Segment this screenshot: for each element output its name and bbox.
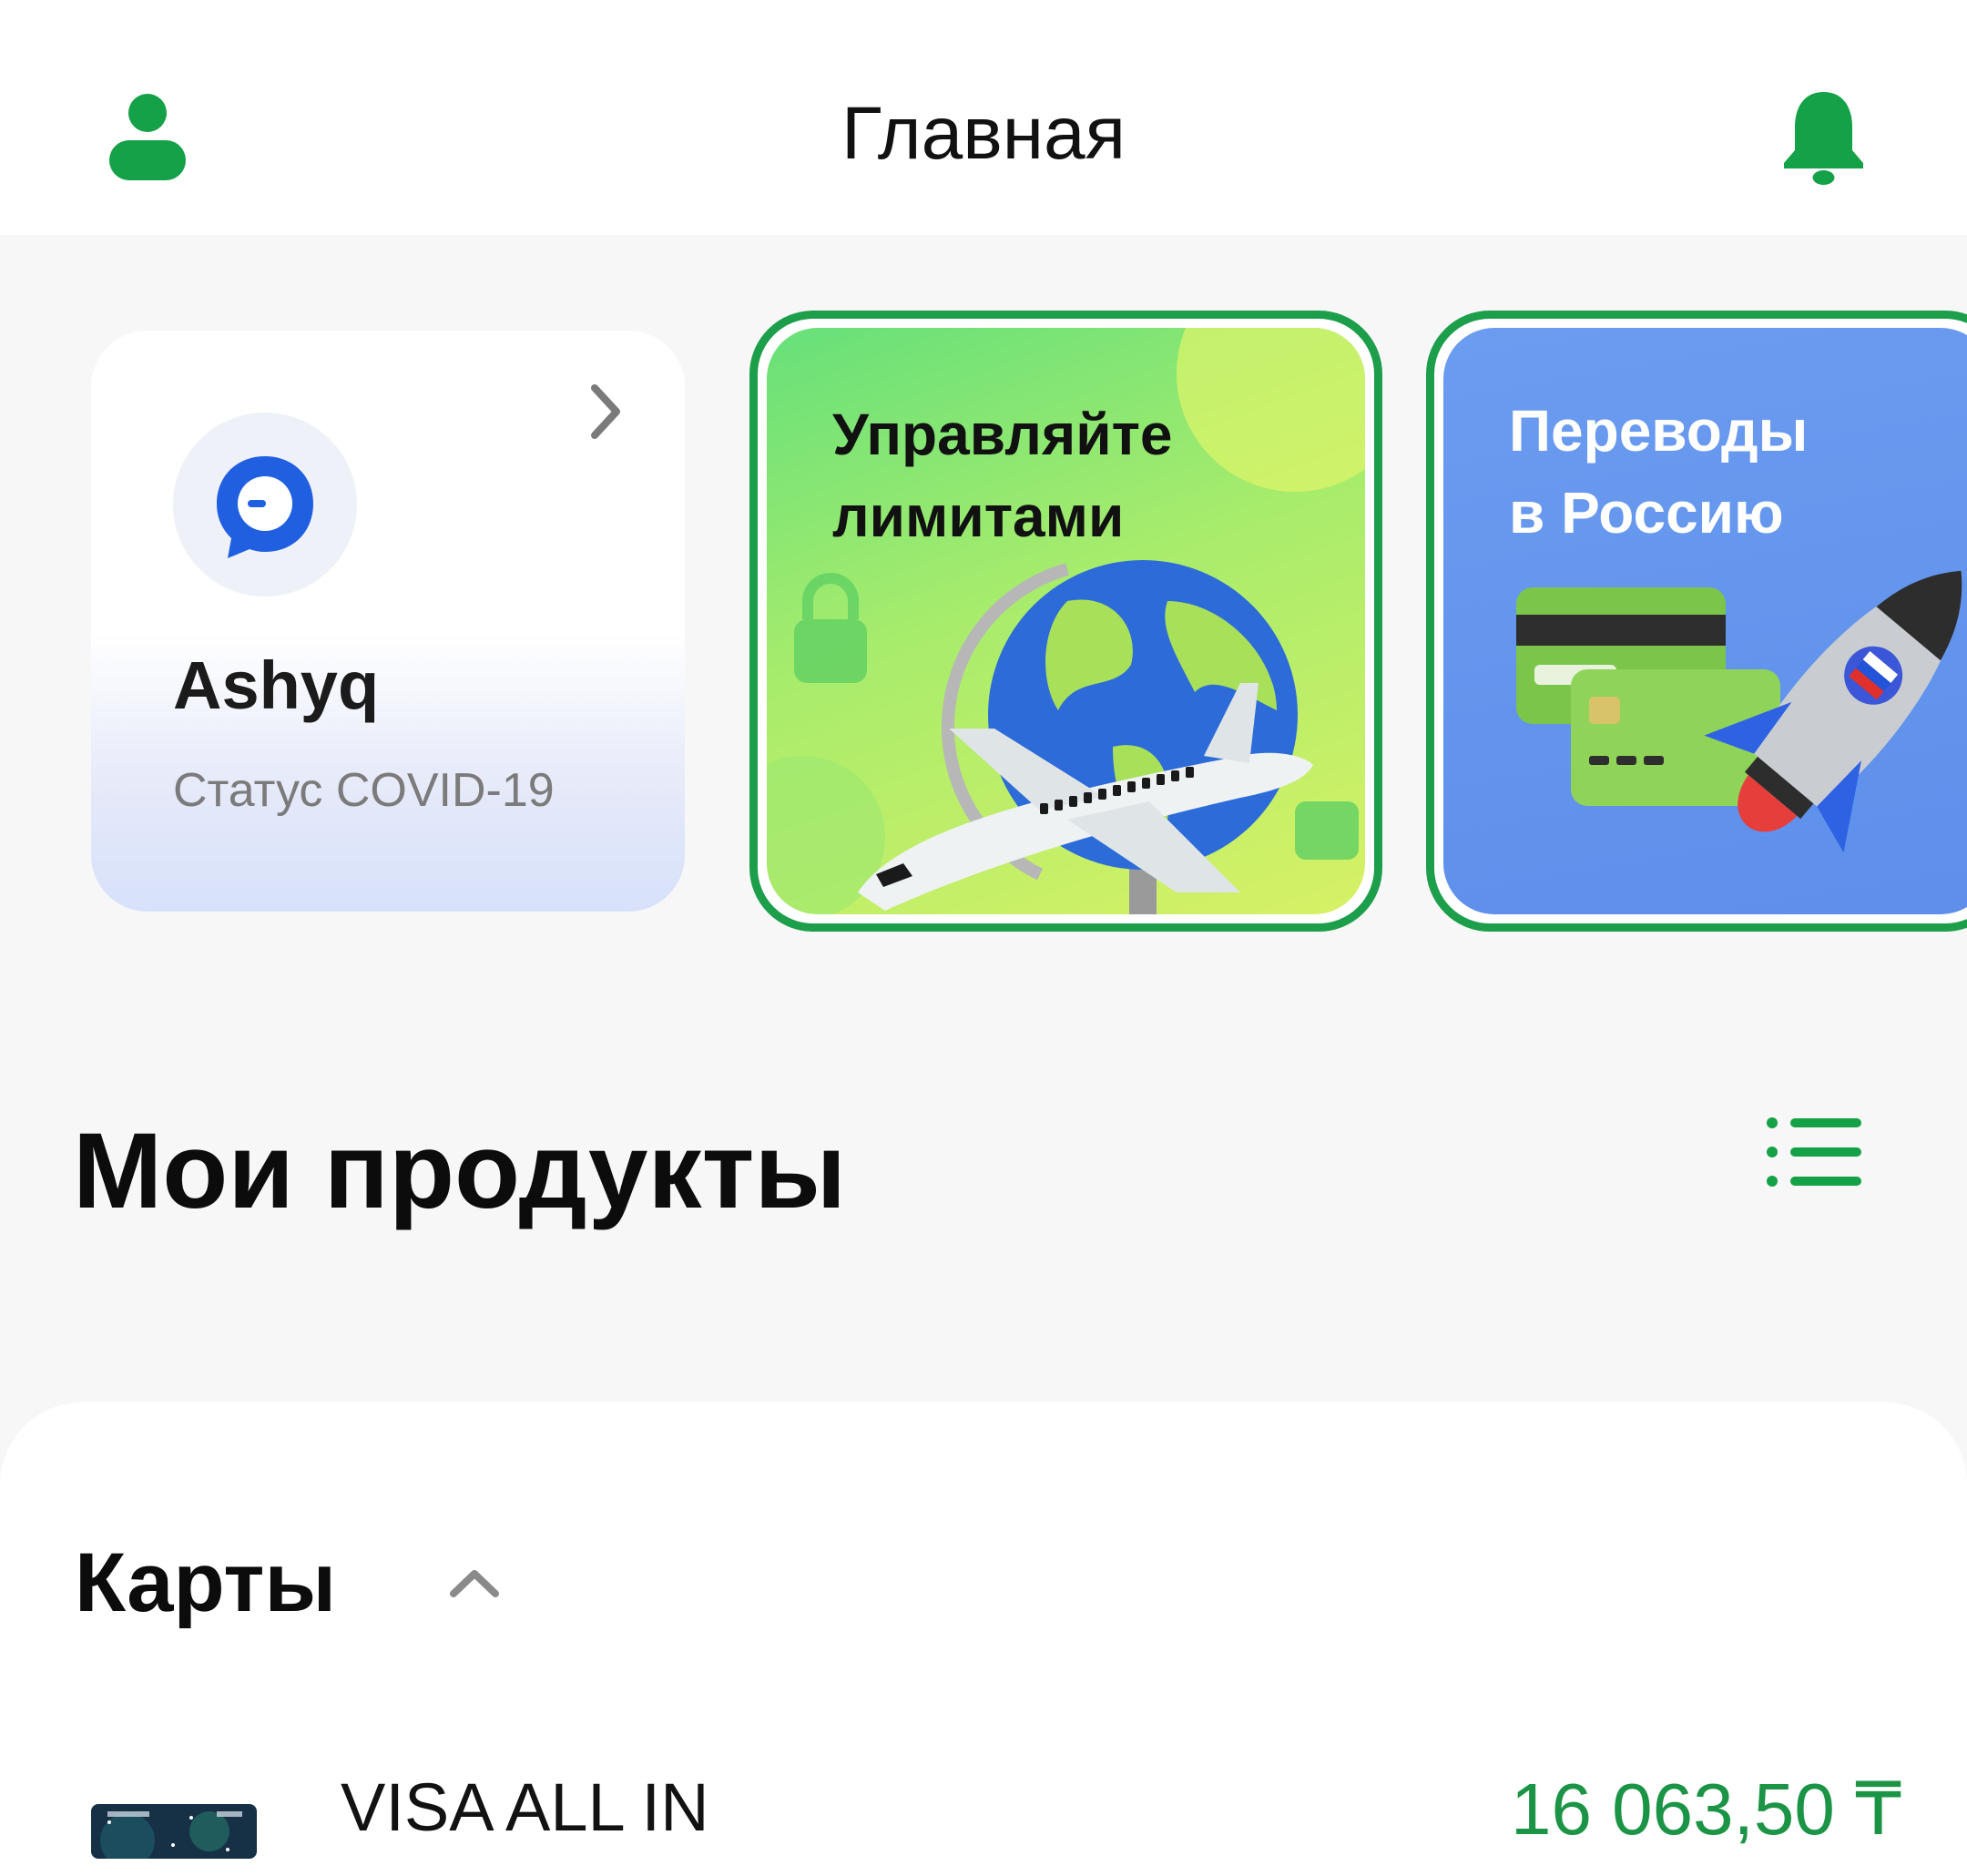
bell-icon	[1784, 92, 1863, 185]
cards-section-title[interactable]: Карты	[75, 1535, 336, 1631]
page-title: Главная	[841, 92, 1126, 175]
notifications-button[interactable]	[1780, 87, 1867, 187]
story-ashyq-subtitle: Статус COVID-19	[173, 764, 555, 817]
list-icon	[1767, 1117, 1861, 1187]
chevron-up-icon	[450, 1570, 499, 1597]
story-russia-line2: в Россию	[1509, 480, 1784, 545]
story-russia-image: Переводы в Россию	[1443, 328, 1967, 914]
chevron-right-icon	[591, 384, 620, 439]
cards-collapse-button[interactable]	[446, 1565, 503, 1601]
story-limits[interactable]: Управляйте лимитами	[749, 311, 1382, 932]
story-limits-line2: лимитами	[832, 484, 1125, 549]
card-balance: 16 063,50 ₸	[1510, 1769, 1901, 1850]
card-image-icon	[91, 1804, 257, 1859]
story-ashyq-title: Ashyq	[173, 647, 380, 723]
story-limits-image: Управляйте лимитами	[767, 328, 1365, 914]
story-limits-title: Управляйте лимитами	[832, 393, 1173, 557]
story-russia-line1: Переводы	[1509, 398, 1809, 464]
chat-bubble-icon	[217, 456, 313, 558]
ashyq-logo	[173, 413, 357, 596]
products-view-toggle[interactable]	[1765, 1116, 1865, 1188]
card-name: VISA ALL IN	[341, 1769, 709, 1845]
story-transfers-russia[interactable]: Переводы в Россию	[1426, 311, 1967, 932]
story-russia-title: Переводы в Россию	[1509, 390, 1967, 554]
story-limits-line1: Управляйте	[832, 402, 1173, 467]
products-title: Мои продукты	[73, 1111, 847, 1231]
card-thumbnail	[91, 1804, 257, 1859]
